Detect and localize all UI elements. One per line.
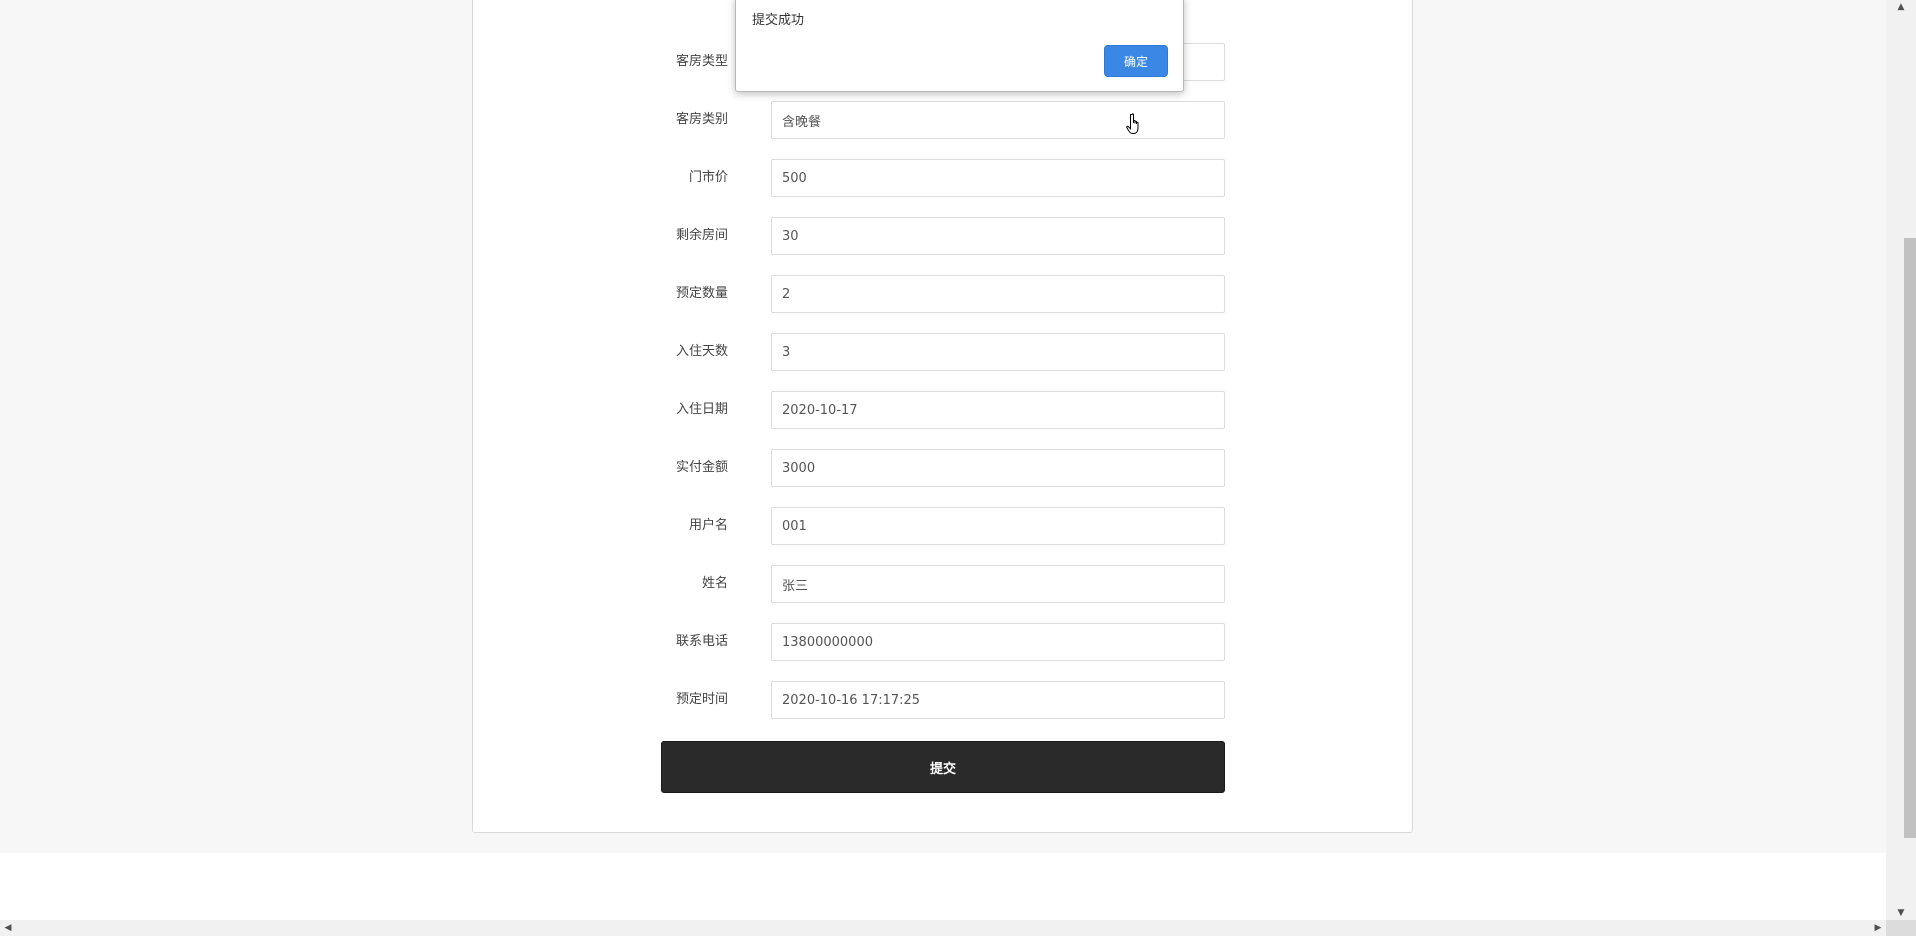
form-row: 用户名 (473, 507, 1414, 545)
form-row: 入住天数 (473, 333, 1414, 371)
form-row: 剩余房间 (473, 217, 1414, 255)
field-label: 实付金额 (675, 460, 728, 475)
field-input[interactable] (771, 623, 1225, 661)
browser-viewport: 客房类型客房类别门市价剩余房间预定数量入住天数入住日期实付金额用户名姓名联系电话… (0, 0, 1886, 920)
scroll-up-arrow-icon[interactable]: ▲ (1886, 0, 1916, 14)
field-input[interactable] (771, 449, 1225, 487)
booking-form-card: 客房类型客房类别门市价剩余房间预定数量入住天数入住日期实付金额用户名姓名联系电话… (472, 0, 1413, 833)
field-input[interactable] (771, 565, 1225, 603)
field-label: 入住天数 (675, 344, 728, 359)
scroll-left-arrow-icon[interactable]: ◀ (0, 920, 16, 936)
field-label: 预定数量 (675, 286, 728, 301)
field-input[interactable] (771, 275, 1225, 313)
form-row: 姓名 (473, 565, 1414, 603)
scroll-corner (1886, 920, 1916, 936)
hand-pointer-icon (1126, 113, 1139, 134)
field-input[interactable] (771, 507, 1225, 545)
form-row: 门市价 (473, 159, 1414, 197)
alert-ok-button[interactable]: 确定 (1104, 45, 1168, 77)
form-row: 联系电话 (473, 623, 1414, 661)
field-input[interactable] (771, 333, 1225, 371)
alert-message: 提交成功 (752, 13, 805, 28)
field-input[interactable] (771, 159, 1225, 197)
form-row: 预定时间 (473, 681, 1414, 719)
field-input[interactable] (771, 681, 1225, 719)
field-label: 客房类型 (675, 54, 728, 69)
field-input[interactable] (771, 217, 1225, 255)
field-label: 用户名 (688, 518, 728, 533)
field-label: 入住日期 (675, 402, 728, 417)
form-row: 客房类别 (473, 101, 1414, 139)
scroll-down-arrow-icon[interactable]: ▼ (1886, 906, 1916, 920)
field-label: 联系电话 (675, 634, 728, 649)
field-label: 剩余房间 (675, 228, 728, 243)
submit-button[interactable]: 提交 (661, 741, 1225, 793)
field-label: 门市价 (688, 170, 728, 185)
alert-dialog: 提交成功 确定 (735, 0, 1184, 92)
vertical-scroll-thumb[interactable] (1904, 238, 1916, 838)
field-label: 预定时间 (675, 692, 728, 707)
field-label: 姓名 (701, 576, 728, 591)
scroll-right-arrow-icon[interactable]: ▶ (1870, 920, 1886, 936)
form-row: 预定数量 (473, 275, 1414, 313)
form-row: 实付金额 (473, 449, 1414, 487)
vertical-scrollbar[interactable]: ▲ ▼ (1886, 0, 1916, 920)
field-label: 客房类别 (675, 112, 728, 127)
horizontal-scrollbar[interactable]: ◀ ▶ (0, 920, 1886, 936)
field-input[interactable] (771, 391, 1225, 429)
form-row: 入住日期 (473, 391, 1414, 429)
field-input[interactable] (771, 101, 1225, 139)
